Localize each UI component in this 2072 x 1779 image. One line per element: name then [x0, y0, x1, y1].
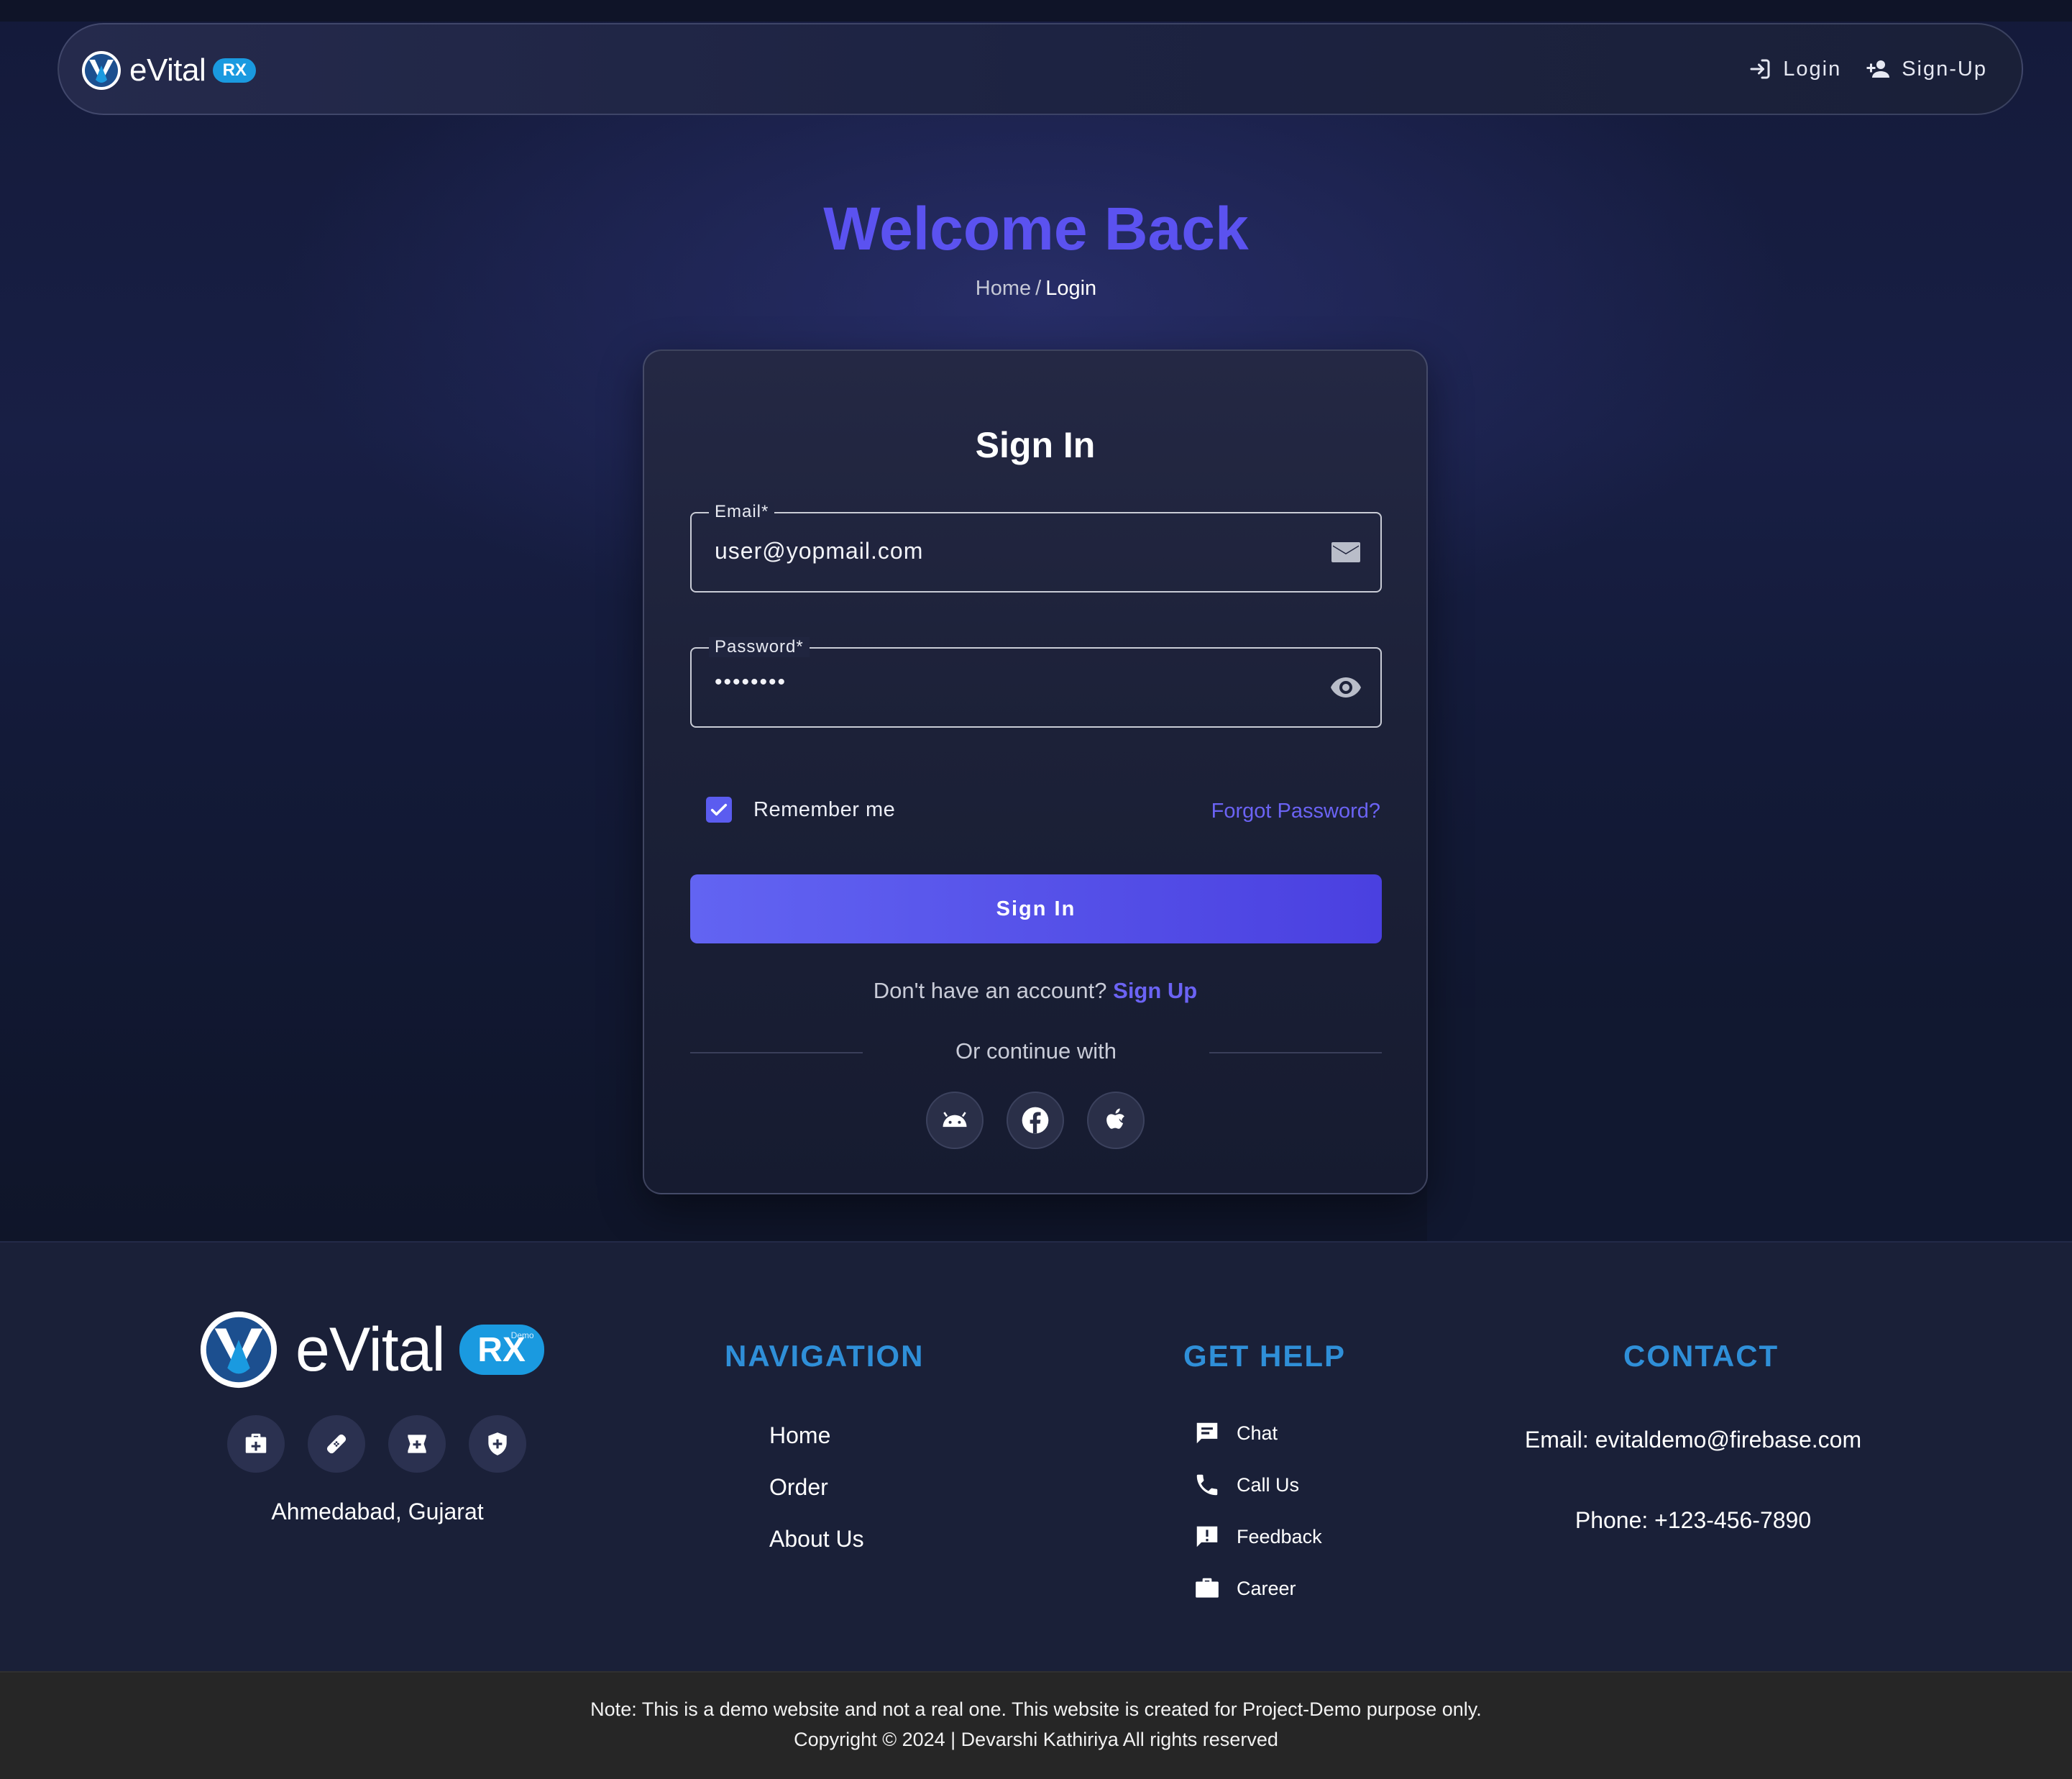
nav-login-label: Login — [1783, 57, 1842, 81]
breadcrumb-home[interactable]: Home — [976, 277, 1031, 300]
hero-background-panel — [1427, 1008, 2072, 1241]
briefcase-icon — [1196, 1578, 1219, 1598]
help-item-career[interactable]: Career — [1193, 1575, 1296, 1602]
login-icon — [1750, 59, 1770, 79]
first-aid-kit-icon — [245, 1433, 267, 1453]
evital-logo-icon — [200, 1311, 278, 1389]
footer-nav-home[interactable]: Home — [769, 1422, 830, 1449]
contact-email[interactable]: Email: evitaldemo@firebase.com — [1481, 1427, 1905, 1453]
copyright-bar: Note: This is a demo website and not a r… — [0, 1671, 2072, 1779]
demo-note: Note: This is a demo website and not a r… — [590, 1698, 1482, 1720]
remember-me[interactable]: Remember me — [706, 797, 895, 823]
page-title: Welcome Back — [823, 195, 1249, 262]
footer-icon-button-kit[interactable] — [227, 1415, 285, 1473]
feedback-icon — [1196, 1526, 1218, 1547]
forgot-password-link[interactable]: Forgot Password? — [1211, 800, 1380, 823]
facebook-login-button[interactable] — [1007, 1092, 1064, 1149]
apple-login-button[interactable] — [1087, 1092, 1145, 1149]
email-input[interactable]: user@yopmail.com — [715, 538, 923, 564]
header-logo[interactable]: eVital RX — [81, 46, 257, 95]
help-item-chat[interactable]: Chat — [1193, 1419, 1278, 1447]
help-item-call[interactable]: Call Us — [1193, 1471, 1299, 1499]
footer-logo-text: eVital — [295, 1314, 446, 1384]
email-label: Email* — [709, 502, 775, 522]
footer-contact-title: CONTACT — [1623, 1339, 1779, 1373]
help-item-label: Call Us — [1237, 1473, 1300, 1496]
nav-signup-label: Sign-Up — [1902, 57, 1987, 81]
footer-nav-order[interactable]: Order — [769, 1474, 828, 1501]
footer-icon-button-pharmacy[interactable] — [388, 1415, 446, 1473]
check-icon — [710, 803, 728, 816]
footer-icon-button-bandage[interactable] — [308, 1415, 365, 1473]
social-login-row — [644, 1092, 1426, 1149]
breadcrumb: Home / Login — [0, 277, 2072, 301]
top-strip — [0, 0, 2072, 22]
footer-navigation-title: NAVIGATION — [725, 1339, 925, 1373]
navbar: eVital RX Login Sign-Up — [58, 23, 2023, 115]
footer-nav-about[interactable]: About Us — [769, 1526, 864, 1552]
password-label: Password* — [709, 637, 810, 657]
email-field[interactable]: Email* user@yopmail.com — [690, 502, 1382, 593]
signup-link[interactable]: Sign Up — [1113, 978, 1197, 1003]
divider-text: Or continue with — [955, 1038, 1117, 1064]
header-logo-text: eVital — [129, 52, 206, 88]
android-icon — [943, 1112, 967, 1128]
help-item-label: Career — [1237, 1577, 1296, 1599]
password-field[interactable]: Password* •••••••• — [690, 637, 1382, 728]
breadcrumb-separator: / — [1035, 277, 1042, 300]
footer-icon-button-shield[interactable] — [469, 1415, 526, 1473]
evital-logo-icon — [82, 51, 121, 90]
add-user-icon — [1866, 60, 1890, 78]
help-item-label: Chat — [1237, 1422, 1278, 1444]
breadcrumb-current: Login — [1045, 277, 1097, 300]
footer-help-title: GET HELP — [1183, 1339, 1347, 1373]
help-item-feedback[interactable]: Feedback — [1193, 1523, 1322, 1550]
facebook-icon — [1022, 1107, 1049, 1134]
contact-phone[interactable]: Phone: +123-456-7890 — [1481, 1507, 1905, 1534]
password-input[interactable]: •••••••• — [715, 670, 787, 695]
footer: eVital RX Demo Ahmedabad, Gujarat NAVIGAT — [0, 1241, 2072, 1671]
nav-login-link[interactable]: Login — [1747, 56, 1841, 82]
signin-card: Sign In Email* user@yopmail.com Password… — [643, 349, 1428, 1194]
mail-icon — [1331, 542, 1360, 562]
copyright-text: Copyright © 2024 | Devarshi Kathiriya Al… — [794, 1729, 1278, 1750]
signin-button[interactable]: Sign In — [690, 874, 1382, 943]
footer-logo[interactable]: eVital RX Demo — [198, 1309, 544, 1391]
no-account-text: Don't have an account? Sign Up — [644, 978, 1426, 1004]
health-shield-icon — [488, 1432, 507, 1455]
bandage-icon — [326, 1434, 347, 1454]
no-account-label: Don't have an account? — [873, 978, 1107, 1003]
phone-icon — [1196, 1474, 1218, 1496]
footer-logo-badge: RX Demo — [459, 1325, 544, 1375]
remember-label: Remember me — [753, 797, 896, 821]
eye-icon[interactable] — [1329, 670, 1363, 705]
footer-city: Ahmedabad, Gujarat — [271, 1499, 484, 1524]
nav-signup-link[interactable]: Sign-Up — [1866, 56, 1987, 82]
apple-icon — [1106, 1108, 1124, 1129]
help-item-label: Feedback — [1237, 1525, 1322, 1547]
android-login-button[interactable] — [926, 1092, 984, 1149]
header-logo-badge: RX — [213, 58, 257, 83]
chat-icon — [1196, 1422, 1218, 1444]
footer-logo-badge-sub: Demo — [510, 1330, 534, 1340]
signin-title: Sign In — [975, 425, 1096, 465]
footer-icon-row — [227, 1415, 526, 1473]
pharmacy-icon — [408, 1435, 426, 1453]
divider-line-right — [1209, 1052, 1382, 1053]
social-divider: Or continue with — [690, 1038, 1382, 1067]
remember-checkbox[interactable] — [706, 797, 732, 823]
